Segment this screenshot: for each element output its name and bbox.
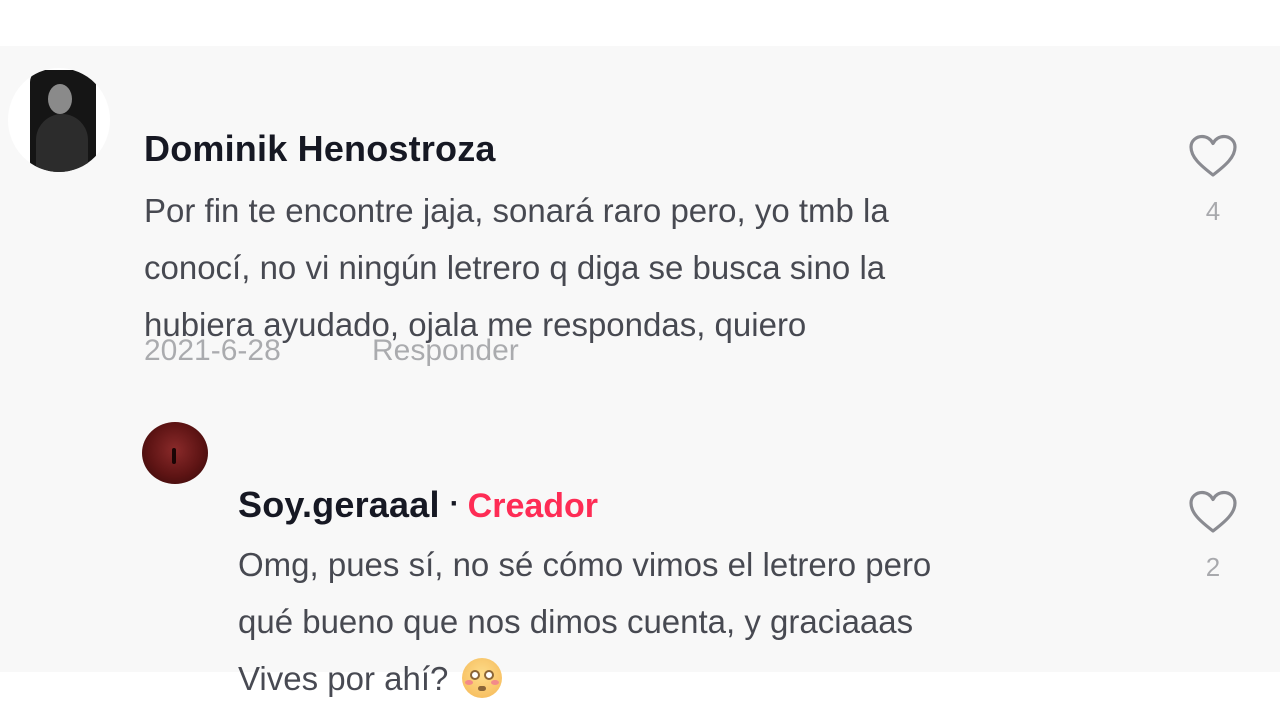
comment-date: 2021-6-28 bbox=[144, 334, 281, 367]
heart-outline-icon bbox=[1189, 490, 1237, 533]
avatar-photo bbox=[30, 70, 96, 172]
comment-text-line: conocí, no vi ningún letrero q diga se b… bbox=[144, 249, 886, 286]
flushed-face-emoji-icon bbox=[462, 658, 503, 698]
like-button[interactable]: 4 bbox=[1183, 134, 1243, 227]
reply-text-line: Omg, pues sí, no sé cómo vimos el letrer… bbox=[238, 546, 932, 583]
reply-text-line: qué bueno que nos dimos cuenta, y gracia… bbox=[238, 603, 914, 640]
comment-item: Dominik Henostroza Por fin te encontre j… bbox=[0, 46, 1280, 376]
reply-text-line: Vives por ahí? bbox=[238, 650, 931, 707]
like-button[interactable]: 2 bbox=[1183, 490, 1243, 583]
comments-panel: Dominik Henostroza Por fin te encontre j… bbox=[0, 46, 1280, 698]
like-count: 2 bbox=[1205, 552, 1221, 582]
reply-button[interactable]: Responder bbox=[372, 334, 519, 368]
reply-item: Soy.geraaal · Creador Omg, pues sí, no sé … bbox=[0, 416, 1280, 698]
avatar[interactable] bbox=[142, 422, 208, 484]
comment-text-line: Por fin te encontre jaja, sonará raro pe… bbox=[144, 192, 889, 229]
heart-outline-icon bbox=[1189, 134, 1237, 177]
reply-text: Omg, pues sí, no sé cómo vimos el letrer… bbox=[238, 536, 931, 707]
separator-dot: · bbox=[449, 487, 460, 520]
like-count: 4 bbox=[1205, 196, 1221, 226]
creator-badge: Creador bbox=[467, 487, 599, 525]
reply-username[interactable]: Soy.geraaal bbox=[238, 484, 440, 525]
avatar[interactable] bbox=[8, 68, 110, 172]
comment-username[interactable]: Dominik Henostroza bbox=[144, 128, 496, 170]
reply-header: Soy.geraaal · Creador bbox=[238, 484, 598, 526]
comment-text: Por fin te encontre jaja, sonará raro pe… bbox=[144, 182, 889, 353]
